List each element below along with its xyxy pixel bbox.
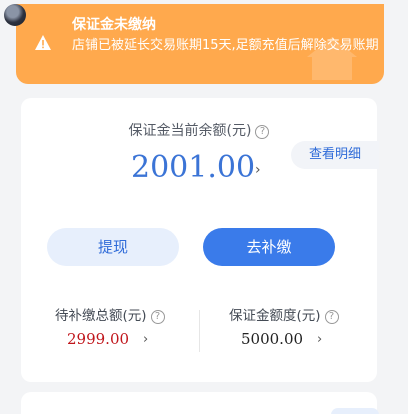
notice-message: 店铺已被延长交易账期15天,足额充值后解除交易账期 [72,38,379,53]
next-card-pill[interactable] [331,408,379,414]
question-circle-icon[interactable]: ? [324,310,339,324]
chevron-right-icon[interactable]: › [317,332,322,347]
deposit-unpaid-notice: 保证金未缴纳 店铺已被延长交易账期15天,足额充值后解除交易账期 [16,4,384,84]
balance-amount[interactable]: 2001.00 [131,150,255,185]
deposit-quota-value[interactable]: 5000.00 [241,330,303,348]
deposit-balance-card: 保证金当前余额(元)? 2001.00 › 查看明细 提现 去补缴 待补缴总额(… [21,98,379,382]
pay-deposit-button[interactable]: 去补缴 [203,228,335,266]
balance-label-row: 保证金当前余额(元)? [21,120,377,140]
pending-amount-label: 待补缴总额(元) [55,308,147,324]
withdraw-button[interactable]: 提现 [47,228,179,266]
balance-label: 保证金当前余额(元) [128,123,252,139]
chevron-right-icon[interactable]: › [143,332,148,347]
view-details-button[interactable]: 查看明细 [291,141,379,169]
deposit-quota-label-row: 保证金额度(元)? [229,304,339,324]
pending-amount-label-row: 待补缴总额(元)? [55,304,165,324]
avatar[interactable] [4,4,26,26]
question-circle-icon[interactable]: ? [255,125,270,139]
pending-amount-value[interactable]: 2999.00 [67,330,129,348]
next-card [21,392,379,414]
stats-divider [199,310,200,352]
notice-title: 保证金未缴纳 [72,17,156,33]
deposit-page: 保证金未缴纳 店铺已被延长交易账期15天,足额充值后解除交易账期 保证金当前余额… [0,0,408,414]
chevron-right-icon[interactable]: › [255,162,261,178]
warning-triangle-icon [35,35,51,50]
question-circle-icon[interactable]: ? [150,310,165,324]
deposit-quota-label: 保证金额度(元) [229,308,321,324]
